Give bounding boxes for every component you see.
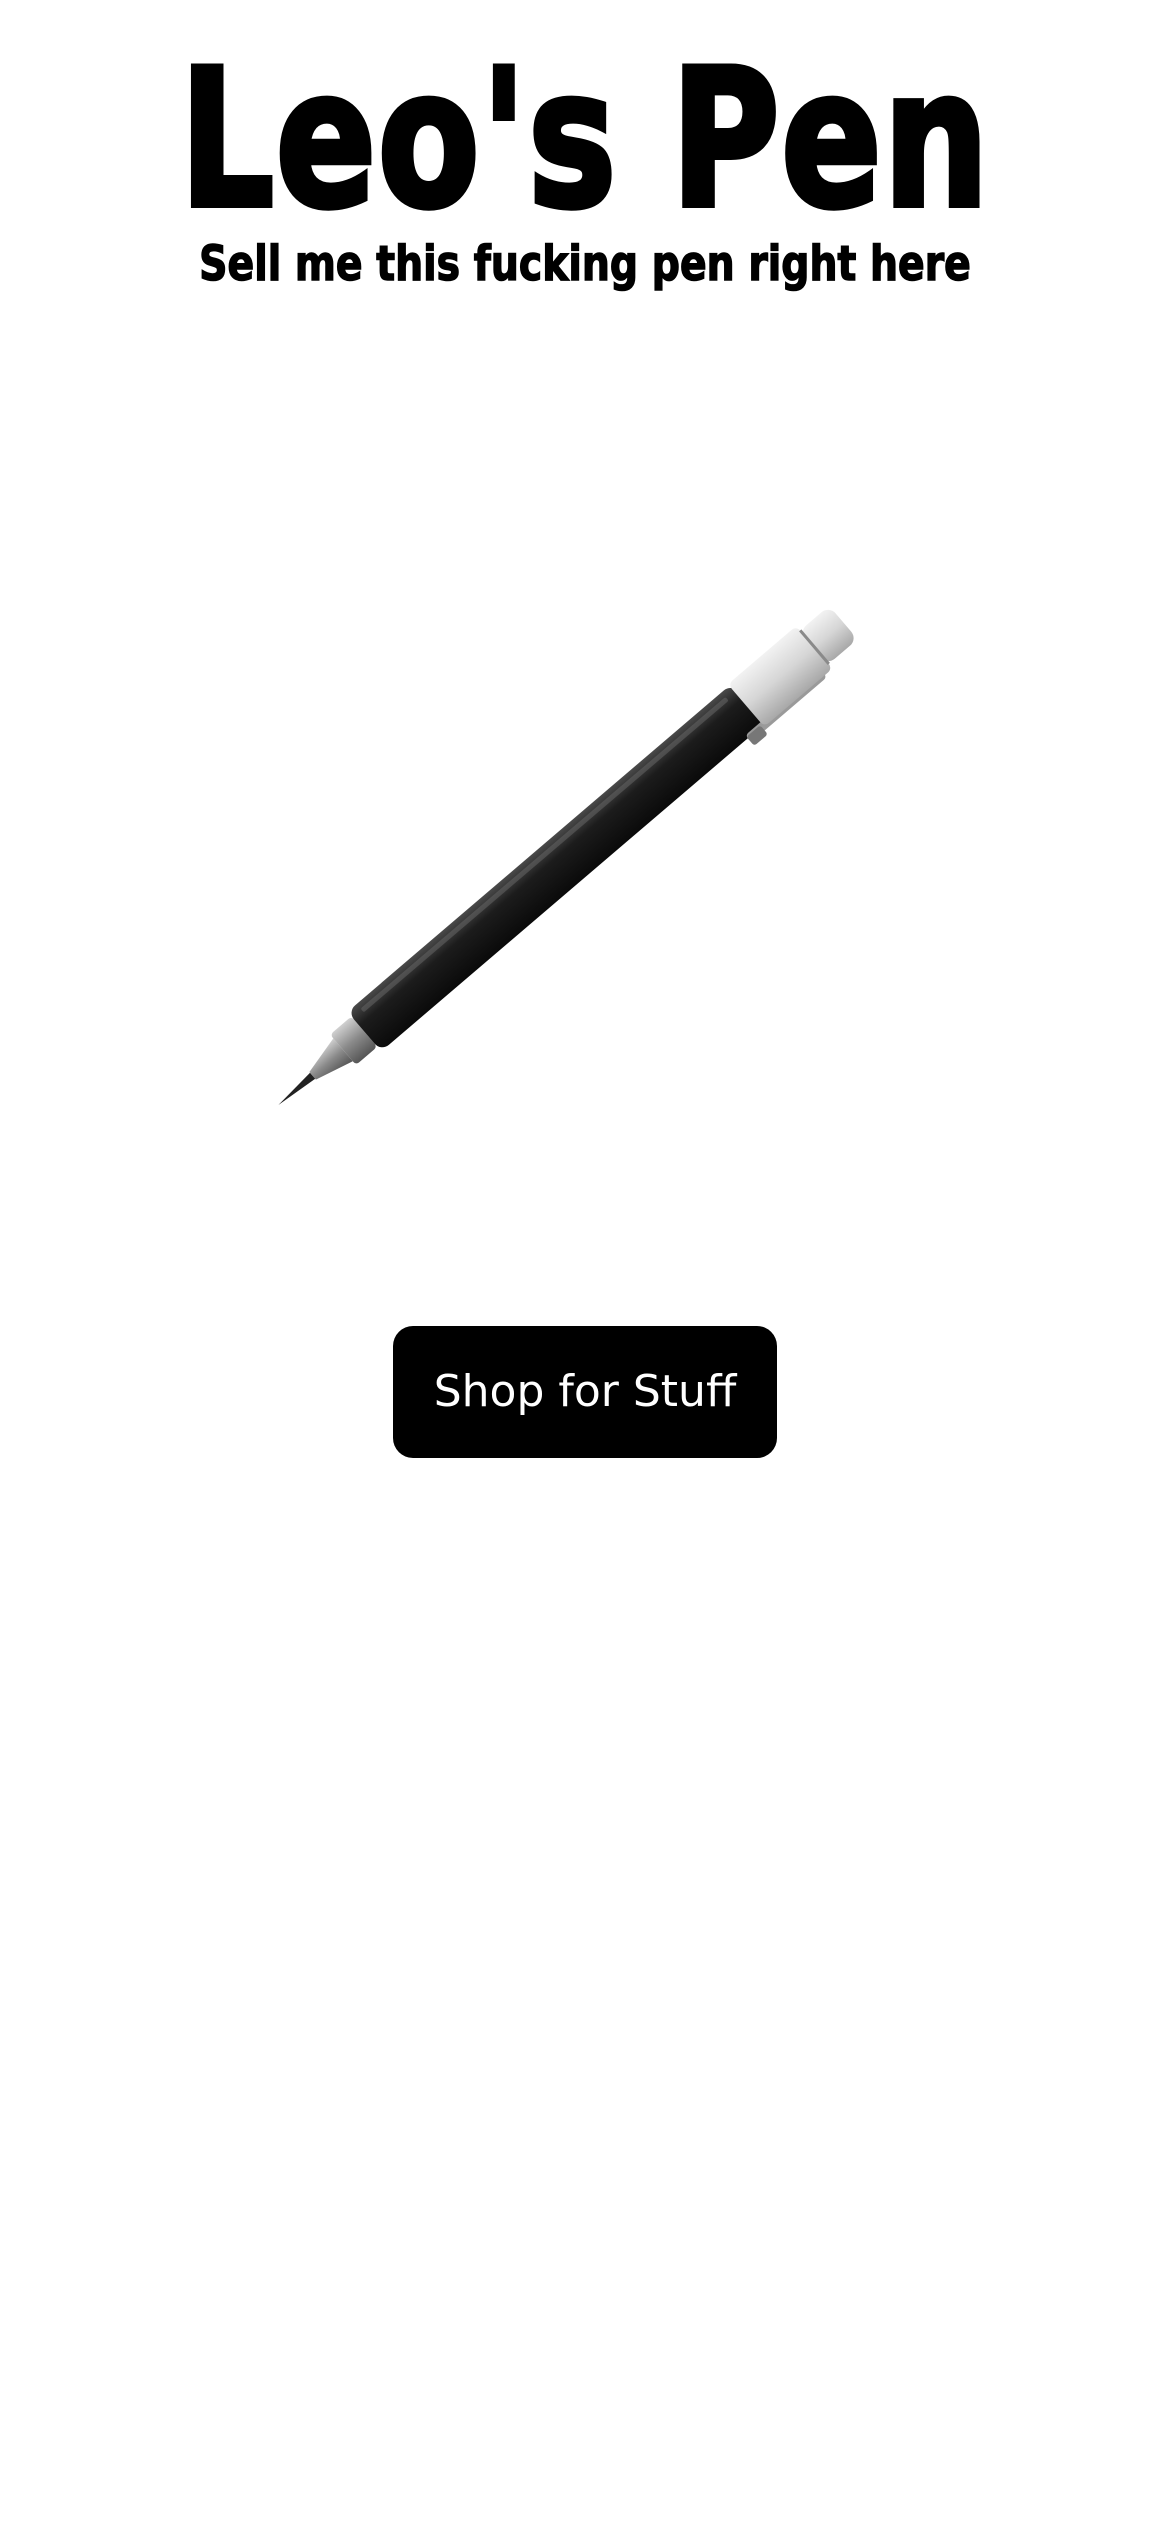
- pen-icon: [278, 609, 854, 1105]
- page-subtitle: Sell me this fucking pen right here: [199, 235, 972, 293]
- shop-for-stuff-button[interactable]: Shop for Stuff: [393, 1326, 777, 1458]
- pen-image: [240, 420, 1000, 1140]
- page-title: Leo's Pen: [177, 29, 991, 250]
